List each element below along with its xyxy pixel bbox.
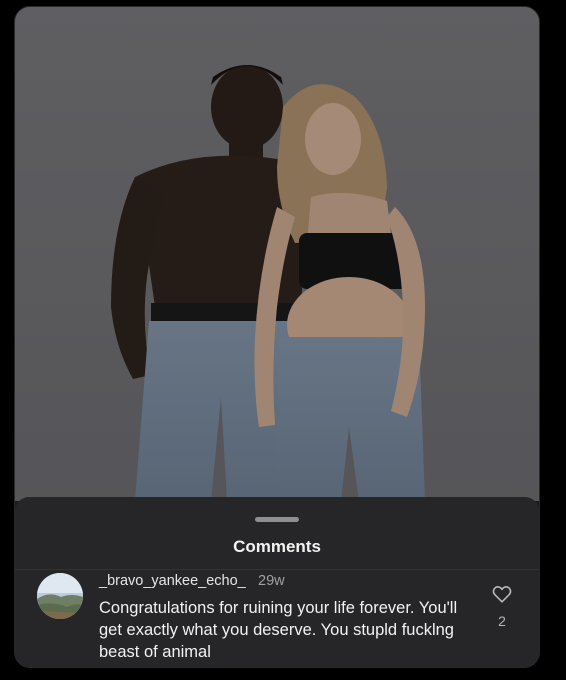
avatar[interactable] <box>37 573 83 619</box>
comments-title: Comments <box>233 537 321 556</box>
sheet-grabber-handle[interactable] <box>255 517 299 522</box>
like-count: 2 <box>498 613 506 629</box>
post-modal: Comments _bravo_yankee_echo_ 29w Congrat… <box>14 6 540 668</box>
comment-text: Congratulations for ruining your life fo… <box>99 599 458 661</box>
post-photo[interactable] <box>15 7 539 501</box>
comment-username[interactable]: _bravo_yankee_echo_ <box>99 573 246 589</box>
heart-icon[interactable] <box>491 583 513 605</box>
avatar-landscape-icon <box>37 573 83 619</box>
comment-timestamp: 29w <box>258 573 285 589</box>
photo-illustration <box>15 7 539 501</box>
comments-sheet: Comments _bravo_yankee_echo_ 29w Congrat… <box>15 497 539 667</box>
comment-item: _bravo_yankee_echo_ 29w Congratulations … <box>15 569 539 667</box>
